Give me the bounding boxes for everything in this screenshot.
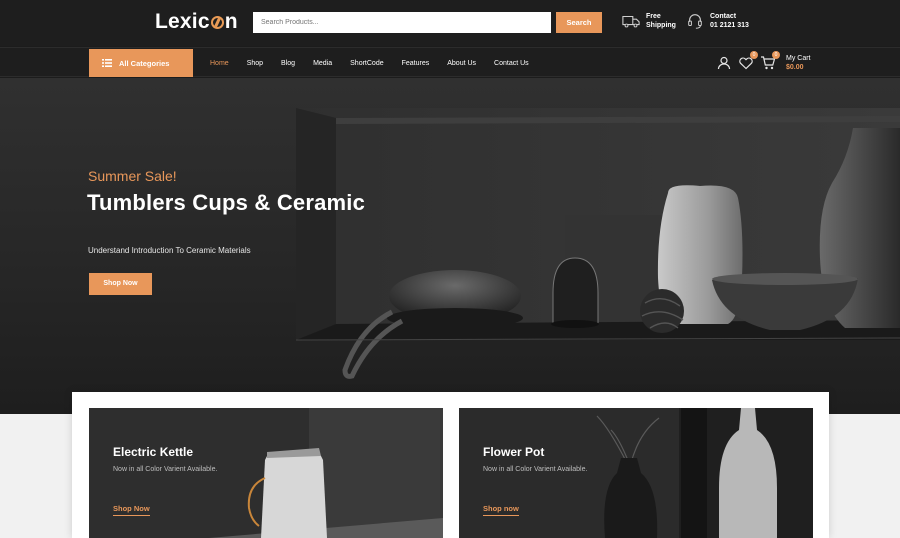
main-navbar: All Categories Home Shop Blog Media Shor… [0, 47, 900, 77]
account-button[interactable] [716, 55, 732, 71]
hero-shop-now-button[interactable]: Shop Now [89, 273, 152, 295]
shipping-text: Free Shipping [646, 13, 676, 29]
cart-summary[interactable]: My Cart $0.00 [786, 54, 811, 72]
search-button[interactable]: Search [556, 12, 602, 33]
nav-item-shop[interactable]: Shop [247, 60, 263, 67]
user-icon [717, 56, 731, 70]
all-categories-label: All Categories [119, 58, 170, 68]
nav-item-shortcode[interactable]: ShortCode [350, 60, 383, 67]
cart-label: My Cart [786, 55, 811, 62]
promo-card-electric-kettle[interactable]: Electric Kettle Now in all Color Varient… [89, 408, 443, 538]
nav-item-media[interactable]: Media [313, 60, 332, 67]
wishlist-count-badge: 0 [750, 51, 758, 59]
hero-subtitle: Summer Sale! [88, 168, 177, 184]
nav-item-blog[interactable]: Blog [281, 60, 295, 67]
cart-button[interactable]: 0 [760, 51, 780, 71]
hero-title: Tumblers Cups & Ceramic [87, 190, 366, 215]
hero-banner: Summer Sale! Tumblers Cups & Ceramic Und… [0, 78, 900, 414]
kettle-image [89, 408, 443, 538]
all-categories-button[interactable]: All Categories [89, 49, 193, 77]
list-icon [102, 59, 112, 67]
free-shipping-info[interactable]: Free Shipping [622, 12, 676, 30]
header-actions: 0 0 My Cart $0.00 [716, 51, 811, 72]
main-menu: Home Shop Blog Media ShortCode Features … [210, 48, 547, 78]
cart-amount: $0.00 [786, 64, 804, 71]
promo-description: Now in all Color Varient Available. [483, 466, 588, 473]
wishlist-button[interactable]: 0 [738, 51, 758, 71]
contact-text: Contact 01 2121 313 [710, 13, 749, 29]
search-input[interactable] [253, 12, 551, 33]
contact-info[interactable]: Contact 01 2121 313 [686, 12, 749, 30]
logo[interactable]: Lexic n [155, 10, 238, 34]
cart-count-badge: 0 [772, 51, 780, 59]
truck-icon [622, 15, 640, 28]
promo-shop-now-link[interactable]: Shop Now [113, 504, 150, 516]
hero-description: Understand Introduction To Ceramic Mater… [88, 246, 251, 255]
nav-item-home[interactable]: Home [210, 60, 229, 67]
nav-item-features[interactable]: Features [402, 60, 430, 67]
top-header: Lexicn Search Free Shipping Contact 01 2… [0, 0, 900, 46]
promo-description: Now in all Color Varient Available. [113, 466, 218, 473]
nav-item-contact-us[interactable]: Contact Us [494, 60, 529, 67]
logo-o-mark [210, 16, 224, 29]
flower-pot-image [459, 408, 813, 538]
promo-shop-now-link[interactable]: Shop now [483, 504, 519, 516]
nav-item-about-us[interactable]: About Us [447, 60, 476, 67]
headset-icon [688, 14, 702, 29]
promo-card-flower-pot[interactable]: Flower Pot Now in all Color Varient Avai… [459, 408, 813, 538]
promo-title: Flower Pot [483, 445, 545, 459]
promo-title: Electric Kettle [113, 445, 194, 459]
